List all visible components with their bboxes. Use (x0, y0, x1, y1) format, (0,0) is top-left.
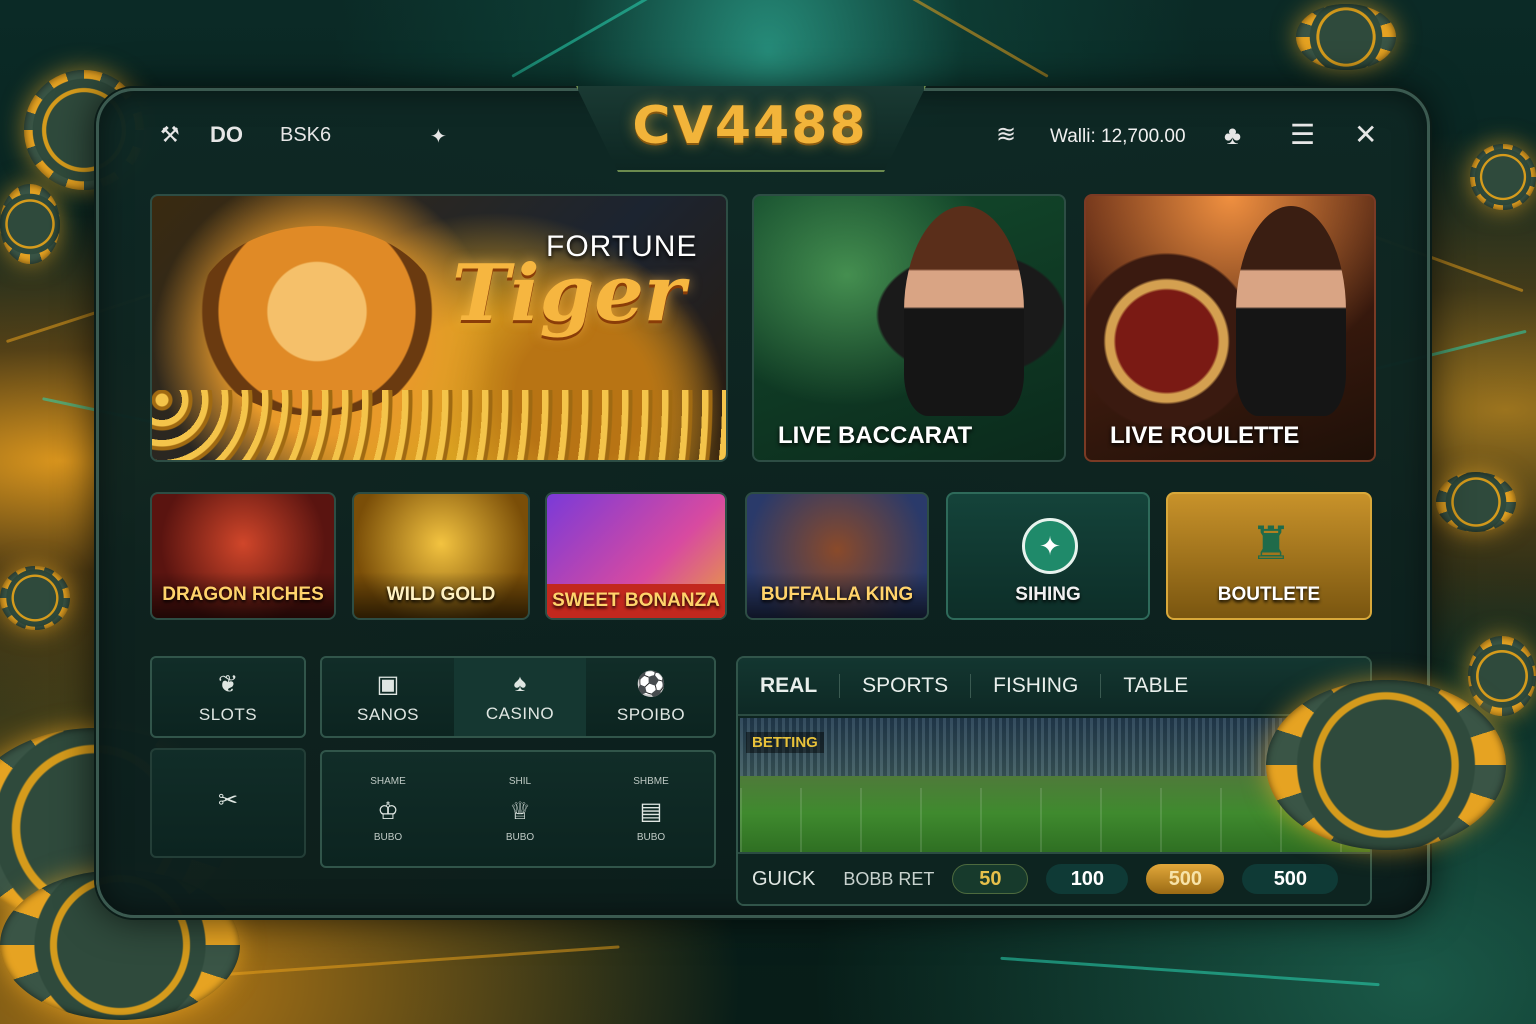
tab-sports[interactable]: SPORTS (840, 674, 972, 698)
nav-sub-2[interactable]: SHIL ♕ BUBO (454, 752, 586, 866)
dealer-figure (904, 206, 1024, 416)
dice-label[interactable]: DO (210, 122, 243, 148)
tile-label: BUFFALLA KING (747, 572, 927, 618)
user-icon[interactable]: ♣ (1224, 120, 1241, 151)
bet-500-button[interactable]: 500 (1242, 864, 1339, 894)
dealer-figure (1236, 206, 1346, 416)
nav-categories: ▣ SANOS ♠ CASINO ⚽ SPOIBO (320, 656, 716, 738)
nav-sanos[interactable]: ▣ SANOS (322, 658, 454, 736)
featured-fortune-tiger[interactable]: FORTUNE Tiger (150, 194, 728, 462)
tile-label: SWEET BONANZA (547, 584, 725, 618)
tile-label: DRAGON RICHES (152, 572, 334, 618)
tools-icon: ✂ (217, 786, 239, 814)
roulette-icon: ♜ (1250, 517, 1292, 569)
live-baccarat-label: LIVE BACCARAT (778, 422, 973, 449)
game-icon: ▤ (639, 797, 663, 825)
chip-decoration (1470, 144, 1536, 210)
nav-sub-1[interactable]: SHAME ♔ BUBO (322, 752, 454, 866)
game-icon: ♕ (509, 797, 531, 825)
nav-sub-bottom: BUBO (505, 831, 535, 843)
tile-wild-gold[interactable]: WILD GOLD (352, 492, 530, 620)
tab-fishing[interactable]: FISHING (971, 674, 1102, 698)
bet-100-button[interactable]: 100 (1046, 864, 1129, 894)
nav-sub-top: SHAME (370, 775, 406, 787)
cards-icon: ♠ (513, 670, 527, 697)
featured-live-baccarat[interactable]: LIVE BACCARAT (752, 194, 1066, 462)
gold-coins (152, 390, 726, 460)
nav-casino[interactable]: ♠ CASINO (454, 658, 586, 736)
chip-decoration (1436, 472, 1516, 532)
nav-extra[interactable]: ✂ (150, 748, 306, 858)
nav-slots-label: SLOTS (198, 704, 258, 724)
tile-dragon-riches[interactable]: DRAGON RICHES (150, 492, 336, 620)
betting-tag: BETTING (746, 732, 824, 753)
chip-decoration (1296, 4, 1396, 70)
quick-bet-label: BOBB RET (843, 868, 935, 889)
nav-sub-bottom: BUBO (373, 831, 403, 843)
brand-logo[interactable]: CV4488 (600, 96, 900, 156)
tile-sweet-bonanza[interactable]: SWEET BONANZA (545, 492, 727, 620)
featured-live-roulette[interactable]: LIVE ROULETTE (1084, 194, 1376, 462)
nav-slots[interactable]: ❦ SLOTS (150, 656, 306, 738)
close-icon[interactable]: ✕ (1354, 118, 1377, 151)
nav-sub-top: SHBME (633, 775, 669, 787)
nav-label: SPOIBO (616, 704, 686, 724)
fishing-icon: ✦ (1022, 518, 1078, 574)
quick-label: GUICK (752, 867, 816, 890)
network-label[interactable]: BSK6 (280, 124, 331, 147)
sparkle-icon[interactable]: ✦ (430, 124, 447, 149)
tab-table[interactable]: TABLE (1101, 674, 1210, 698)
game-icon: ♔ (377, 797, 399, 825)
tiger-illustration (192, 226, 442, 416)
tab-real[interactable]: REAL (738, 674, 841, 698)
fortune-title-big: Tiger (452, 248, 685, 339)
chip-decoration (1468, 636, 1536, 716)
nav-sub-bottom: BUBO (636, 831, 666, 843)
sports-icon: ⚽ (636, 670, 666, 698)
chip-decoration (0, 184, 60, 264)
tile-label: WILD GOLD (354, 572, 528, 618)
tile-label: SIHING (1015, 584, 1081, 605)
slots-icon: ❦ (217, 670, 239, 698)
tools-icon[interactable]: ⚒ (160, 122, 180, 148)
chip-decoration (1266, 680, 1506, 850)
menu-icon[interactable]: ☰ (1290, 118, 1315, 151)
nav-spoibo[interactable]: ⚽ SPOIBO (586, 658, 716, 736)
bet-50-button[interactable]: 50 (952, 864, 1029, 894)
nav-sub-top: SHIL (508, 775, 532, 787)
nav-sub-categories: SHAME ♔ BUBO SHIL ♕ BUBO SHBME ▤ BUBO (320, 750, 716, 868)
tile-sihing[interactable]: ✦ SIHING (946, 492, 1150, 620)
nav-label: CASINO (485, 704, 555, 723)
box-icon: ▣ (376, 670, 400, 698)
tile-boutlete[interactable]: ♜ BOUTLETE (1166, 492, 1372, 620)
nav-sub-3[interactable]: SHBME ▤ BUBO (586, 752, 716, 866)
live-roulette-label: LIVE ROULETTE (1110, 422, 1300, 449)
chip-decoration (0, 566, 70, 630)
wallet-balance: Walli: 12,700.00 (1050, 126, 1186, 147)
tile-label: BOUTLETE (1217, 584, 1321, 605)
wifi-icon: ≋ (996, 121, 1017, 148)
bet-500-gold-button[interactable]: 500 (1146, 864, 1225, 894)
tile-buffalla-king[interactable]: BUFFALLA KING (745, 492, 929, 620)
nav-label: SANOS (356, 704, 420, 724)
sports-tabs: REAL SPORTS FISHING TABLE (738, 658, 1370, 716)
quick-bet-bar: GUICK BOBB RET 50 100 500 500 (738, 852, 1370, 904)
